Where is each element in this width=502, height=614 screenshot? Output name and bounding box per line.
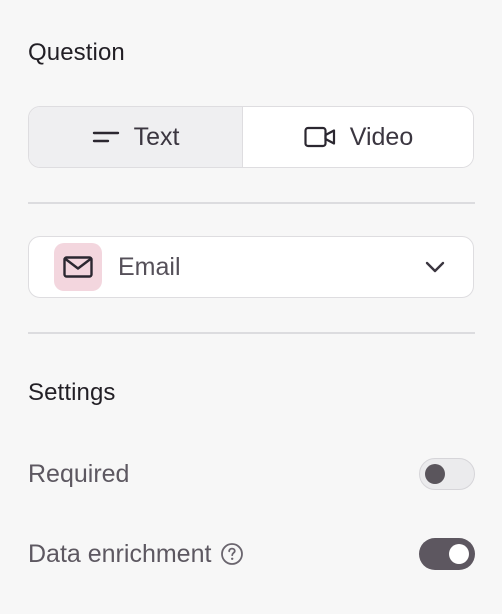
field-type-dropdown[interactable]: Email: [28, 236, 474, 298]
required-label: Required: [28, 459, 130, 488]
question-circle-icon[interactable]: [220, 542, 244, 566]
toggle-knob: [449, 544, 469, 564]
required-setting-row: Required: [28, 456, 475, 492]
video-mode-label: Video: [349, 122, 414, 151]
divider: [28, 332, 475, 334]
video-mode-button[interactable]: Video: [243, 107, 473, 167]
question-heading: Question: [28, 39, 125, 66]
text-mode-label: Text: [133, 122, 180, 151]
envelope-icon: [63, 256, 93, 278]
data-enrichment-label: Data enrichment: [28, 539, 212, 568]
video-camera-icon: [304, 126, 336, 148]
text-mode-button[interactable]: Text: [29, 107, 243, 167]
required-toggle[interactable]: [419, 458, 475, 490]
text-lines-icon: [92, 129, 120, 145]
data-enrichment-toggle[interactable]: [419, 538, 475, 570]
field-type-badge: [54, 243, 102, 291]
data-enrichment-setting-row: Data enrichment: [28, 536, 475, 572]
chevron-down-icon: [425, 261, 445, 273]
divider: [28, 202, 475, 204]
field-type-label: Email: [118, 252, 181, 281]
toggle-knob: [425, 464, 445, 484]
settings-heading: Settings: [28, 379, 116, 406]
question-mode-toggle: Text Video: [28, 106, 474, 168]
